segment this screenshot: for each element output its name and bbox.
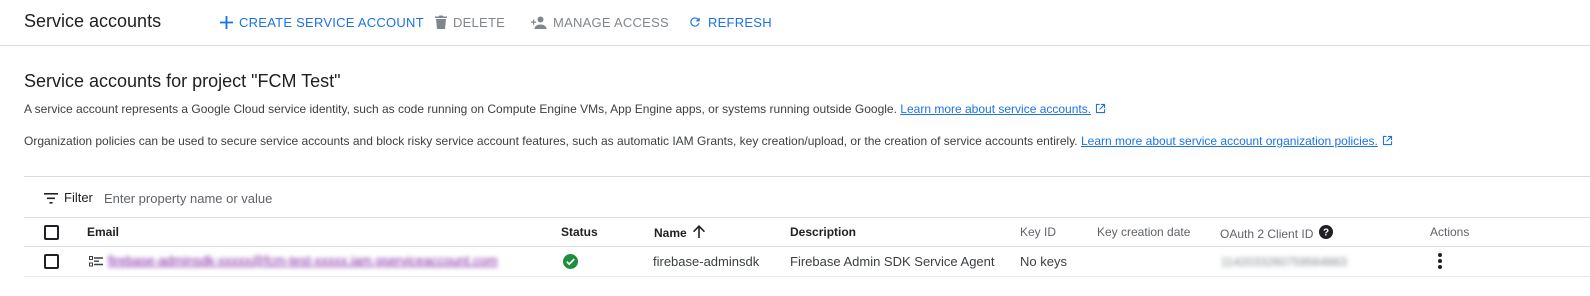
more-vert-icon[interactable]: [1437, 252, 1443, 275]
learn-more-service-accounts-link[interactable]: Learn more about service accounts.: [900, 102, 1091, 116]
filter-icon[interactable]: [44, 191, 58, 209]
key-creation-date-header-label: Key creation date: [1097, 225, 1191, 239]
manage-access-button[interactable]: MANAGE ACCESS: [531, 13, 669, 31]
intro-text: A service account represents a Google Cl…: [24, 102, 897, 116]
oauth-client-id-header-label: OAuth 2 Client ID: [1220, 226, 1314, 241]
actions-header-label: Actions: [1430, 225, 1470, 239]
svg-text:?: ?: [1323, 228, 1329, 239]
key-id-column-header[interactable]: Key ID: [1020, 225, 1056, 239]
name-cell: firebase-adminsdk: [653, 254, 760, 269]
manage-access-label: MANAGE ACCESS: [553, 14, 669, 30]
external-link-icon: [1095, 103, 1106, 117]
delete-label: DELETE: [453, 14, 506, 30]
page-title: Service accounts: [24, 11, 162, 31]
external-link-icon: [1382, 135, 1393, 149]
table-header: Email Status Name Description Key ID Key…: [24, 218, 1590, 247]
description-column-header[interactable]: Description: [790, 225, 856, 239]
learn-more-org-policies-link[interactable]: Learn more about service account organiz…: [1081, 134, 1378, 148]
intro-paragraph: A service account represents a Google Cl…: [24, 102, 1106, 117]
service-account-icon: [89, 255, 104, 273]
description-header-label: Description: [790, 225, 857, 239]
delete-button[interactable]: DELETE: [435, 13, 505, 31]
check-circle-icon: [563, 254, 578, 274]
email-cell: firebase-adminsdk-xxxxx@fcm-test-xxxxx.i…: [108, 253, 498, 268]
trash-icon: [435, 15, 447, 29]
refresh-button[interactable]: REFRESH: [688, 13, 772, 31]
name-column-header[interactable]: Name: [654, 225, 705, 241]
status-column-header[interactable]: Status: [561, 225, 598, 239]
key-id-header-label: Key ID: [1020, 225, 1057, 239]
refresh-icon: [688, 15, 702, 29]
name-header-label: Name: [654, 226, 687, 240]
email-column-header[interactable]: Email: [87, 225, 119, 239]
org-policy-paragraph: Organization policies can be used to sec…: [24, 134, 1393, 149]
filter-label: Filter: [64, 190, 93, 205]
actions-column-header: Actions: [1430, 225, 1469, 239]
help-circle-icon[interactable]: ?: [1319, 225, 1334, 242]
oauth-client-id-column-header[interactable]: OAuth 2 Client ID ?: [1220, 225, 1334, 242]
plus-icon: [220, 15, 233, 29]
select-all-checkbox[interactable]: [44, 225, 59, 240]
create-service-account-label: CREATE SERVICE ACCOUNT: [239, 14, 424, 30]
table-row: firebase-adminsdk-xxxxx@fcm-test-xxxxx.i…: [24, 247, 1590, 277]
description-cell: Firebase Admin SDK Service Agent: [790, 254, 995, 269]
email-header-label: Email: [87, 225, 120, 239]
create-service-account-button[interactable]: CREATE SERVICE ACCOUNT: [220, 13, 424, 31]
key-creation-date-column-header[interactable]: Key creation date: [1097, 225, 1190, 239]
filter-bar: Filter: [24, 176, 1590, 218]
top-toolbar: Service accounts CREATE SERVICE ACCOUNT …: [0, 0, 1590, 46]
arrow-up-icon: [692, 225, 705, 241]
row-checkbox[interactable]: [44, 254, 59, 269]
oauth-client-id-cell: 1142033260759564863: [1221, 255, 1347, 269]
key-id-cell: No keys: [1020, 254, 1067, 269]
org-policy-text: Organization policies can be used to sec…: [24, 134, 1078, 148]
service-account-email-link[interactable]: firebase-adminsdk-xxxxx@fcm-test-xxxxx.i…: [108, 253, 498, 268]
filter-input[interactable]: [104, 185, 604, 211]
status-header-label: Status: [561, 225, 598, 239]
section-title: Service accounts for project "FCM Test": [24, 71, 341, 91]
refresh-label: REFRESH: [708, 14, 772, 30]
person-add-icon: [531, 16, 547, 29]
